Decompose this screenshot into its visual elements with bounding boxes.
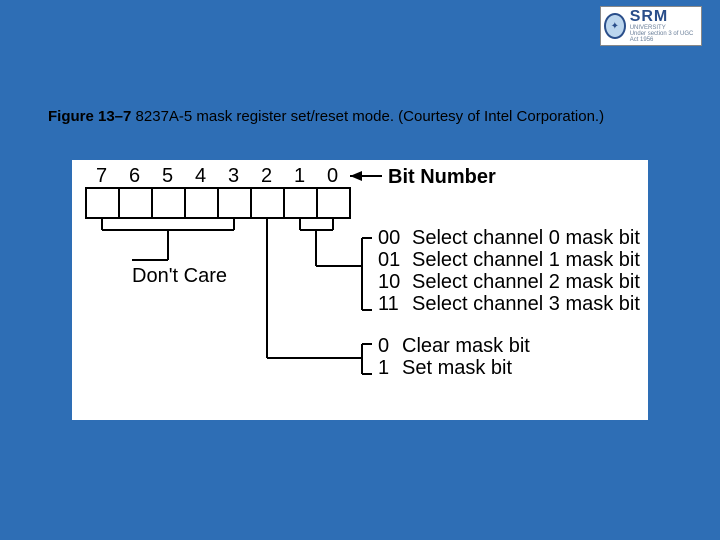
logo-tag: Under section 3 of UGC Act 1956 xyxy=(630,31,701,43)
bit-label-3: 3 xyxy=(228,165,239,187)
arrow-left-icon xyxy=(350,171,362,181)
sel-code-00: 00 xyxy=(378,227,400,249)
bit-label-6: 6 xyxy=(129,165,140,187)
sel-code-10: 10 xyxy=(378,271,400,293)
bit-number-label: Bit Number xyxy=(388,166,496,188)
bit-label-7: 7 xyxy=(96,165,107,187)
register-diagram: 7 6 5 4 3 2 1 0 Bit Number Don't Care 00… xyxy=(72,160,648,420)
bit-label-4: 4 xyxy=(195,165,206,187)
sel-code-11: 11 xyxy=(378,293,399,315)
figure-caption-text: 8237A-5 mask register set/reset mode. (C… xyxy=(131,108,604,125)
bit-label-5: 5 xyxy=(162,165,173,187)
sel-text-11: Select channel 3 mask bit xyxy=(412,293,640,315)
logo-text: SRM UNIVERSITY Under section 3 of UGC Ac… xyxy=(630,9,701,43)
bit-label-1: 1 xyxy=(294,165,305,187)
logo-main: SRM xyxy=(630,9,701,25)
mask-text-1: Set mask bit xyxy=(402,357,512,379)
bit-label-0: 0 xyxy=(327,165,338,187)
bit-label-2: 2 xyxy=(261,165,272,187)
figure-caption: Figure 13–7 8237A-5 mask register set/re… xyxy=(48,108,672,125)
sel-text-01: Select channel 1 mask bit xyxy=(412,249,640,271)
mask-code-0: 0 xyxy=(378,335,389,357)
mask-code-1: 1 xyxy=(378,357,389,379)
mask-text-0: Clear mask bit xyxy=(402,335,530,357)
university-logo: ✦ SRM UNIVERSITY Under section 3 of UGC … xyxy=(600,6,702,46)
figure-number: Figure 13–7 xyxy=(48,108,131,125)
sel-text-00: Select channel 0 mask bit xyxy=(412,227,640,249)
sel-code-01: 01 xyxy=(378,249,400,271)
logo-seal-icon: ✦ xyxy=(604,13,626,39)
dont-care-label: Don't Care xyxy=(132,265,227,287)
sel-text-10: Select channel 2 mask bit xyxy=(412,271,640,293)
